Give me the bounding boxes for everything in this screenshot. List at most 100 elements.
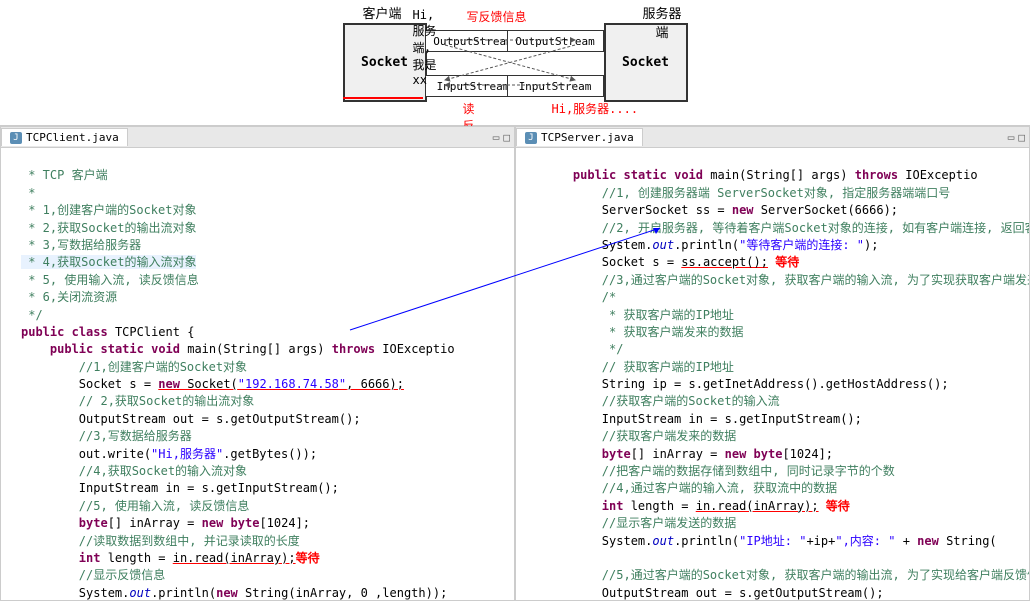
comment: */ [21, 308, 43, 322]
code: in.read(inArray); [696, 499, 819, 513]
kw: void [674, 168, 703, 182]
static-ref: out [652, 534, 674, 548]
comment: //4,获取Socket的输入流对象 [79, 464, 247, 478]
comment: * 4,获取Socket的输入流对象 [21, 255, 196, 269]
comment: * 获取客户端的IP地址 [602, 308, 734, 322]
comment: // 获取客户端的IP地址 [602, 360, 734, 374]
tab-tcpclient[interactable]: J TCPClient.java [1, 128, 128, 146]
comment: //把客户端的数据存储到数组中, 同时记录字节的个数 [602, 464, 895, 478]
comment: //显示反馈信息 [79, 568, 165, 582]
string: "Hi,服务器" [151, 447, 223, 461]
java-file-icon: J [525, 132, 537, 144]
code: System. [602, 534, 653, 548]
comment: * 5, 使用输入流, 读反馈信息 [21, 273, 199, 287]
kw: void [151, 342, 180, 356]
comment: */ [602, 342, 624, 356]
comment: //4,通过客户端的输入流, 获取流中的数据 [602, 481, 837, 495]
kw: new [202, 516, 224, 530]
comment: //1, 创建服务器端 ServerSocket对象, 指定服务器端端口号 [602, 186, 951, 200]
right-editor-pane: J TCPServer.java ▭ □ public static void … [515, 126, 1030, 601]
code: String(inArray, 0 ,length)); [238, 586, 448, 600]
client-group: 客户端 Socket OutputStream InputStream Hi,服… [343, 5, 427, 120]
code: InputStream in = s.getInputStream(); [79, 481, 339, 495]
tab-tcpserver[interactable]: J TCPServer.java [516, 128, 643, 146]
code: ServerSocket(6666); [754, 203, 899, 217]
code: String( [939, 534, 997, 548]
comment: //1,创建客户端的Socket对象 [79, 360, 247, 374]
code: Socket s = [602, 255, 681, 269]
code: in.read(inArray); [173, 551, 296, 565]
comment: //5,通过客户端的Socket对象, 获取客户端的输出流, 为了实现给客户端反… [602, 568, 1029, 582]
right-tab-bar: J TCPServer.java ▭ □ [516, 127, 1029, 148]
comment: // 2,获取Socket的输出流对象 [79, 394, 254, 408]
code: OutputStream out = s.getOutputStream(); [79, 412, 361, 426]
code: , 6666); [346, 377, 404, 391]
restore-icon[interactable]: ▭ [493, 131, 500, 144]
server-label: 服务器端 [637, 3, 688, 41]
code: .getBytes()); [223, 447, 317, 461]
kw: static [101, 342, 144, 356]
comment: * [21, 186, 43, 200]
kw: byte [754, 447, 783, 461]
kw: new [732, 203, 754, 217]
kw: new [917, 534, 939, 548]
code: + [895, 534, 917, 548]
annotation: 等待 [775, 255, 799, 269]
kw: new [216, 586, 238, 600]
server-group: 服务器端 OutputStream InputStream Socket 写反馈… [507, 5, 688, 120]
java-file-icon: J [10, 132, 22, 144]
code: [] inArray = [631, 447, 725, 461]
tab-label: TCPServer.java [541, 131, 634, 144]
kw: public [50, 342, 93, 356]
code: [1024]; [259, 516, 310, 530]
right-code-area[interactable]: public static void main(String[] args) t… [516, 148, 1029, 601]
write-feedback: 写反馈信息 [467, 8, 527, 25]
kw: class [72, 325, 108, 339]
server-output-stream: OutputStream [507, 30, 604, 52]
restore-icon[interactable]: ▭ [1008, 131, 1015, 144]
annotation: 等待 [826, 499, 850, 513]
left-code-area[interactable]: * TCP 客户端 * * 1,创建客户端的Socket对象 * 2,获取Soc… [1, 148, 514, 601]
comment: //2, 开启服务器, 等待着客户端Socket对象的连接, 如有客户端连接, … [602, 221, 1029, 235]
maximize-icon[interactable]: □ [1018, 131, 1025, 144]
comment: * 1,创建客户端的Socket对象 [21, 203, 196, 217]
comment: //读取数据到数组中, 并记录读取的长度 [79, 534, 300, 548]
comment: * 获取客户端发来的数据 [602, 325, 744, 339]
kw: int [79, 551, 101, 565]
string: "IP地址: " [739, 534, 806, 548]
comment: //显示客户端发送的数据 [602, 516, 736, 530]
comment: * 6,关闭流资源 [21, 290, 117, 304]
tab-controls: ▭ □ [493, 131, 514, 144]
kw: static [624, 168, 667, 182]
code: .println( [674, 238, 739, 252]
left-editor-pane: J TCPClient.java ▭ □ * TCP 客户端 * * 1,创建客… [0, 126, 515, 601]
kw: new [158, 377, 180, 391]
code: ); [864, 238, 878, 252]
string: "等待客户端的连接: " [739, 238, 864, 252]
comment: //3,写数据给服务器 [79, 429, 192, 443]
socket-diagram: 客户端 Socket OutputStream InputStream Hi,服… [110, 0, 920, 125]
kw: int [602, 499, 624, 513]
kw: public [573, 168, 616, 182]
comment: //5, 使用输入流, 读反馈信息 [79, 499, 250, 513]
server-input-stream: InputStream [507, 75, 604, 97]
left-tab-bar: J TCPClient.java ▭ □ [1, 127, 514, 148]
comment: //获取客户端发来的数据 [602, 429, 736, 443]
kw: byte [231, 516, 260, 530]
code: .println( [674, 534, 739, 548]
greeting-text: Hi,服务端，我是xx [413, 8, 437, 87]
string: ",内容: " [835, 534, 895, 548]
code: Socket( [180, 377, 238, 391]
kw: byte [79, 516, 108, 530]
code: System. [602, 238, 653, 252]
code: [] inArray = [108, 516, 202, 530]
greeting-server: Hi,服务器.... [552, 100, 639, 117]
comment: * 3,写数据给服务器 [21, 238, 141, 252]
tab-label: TCPClient.java [26, 131, 119, 144]
kw: public [21, 325, 64, 339]
static-ref: out [129, 586, 151, 600]
code: +ip+ [806, 534, 835, 548]
code: OutputStream out = s.getOutputStream(); [602, 586, 884, 600]
code: length = [100, 551, 172, 565]
maximize-icon[interactable]: □ [503, 131, 510, 144]
